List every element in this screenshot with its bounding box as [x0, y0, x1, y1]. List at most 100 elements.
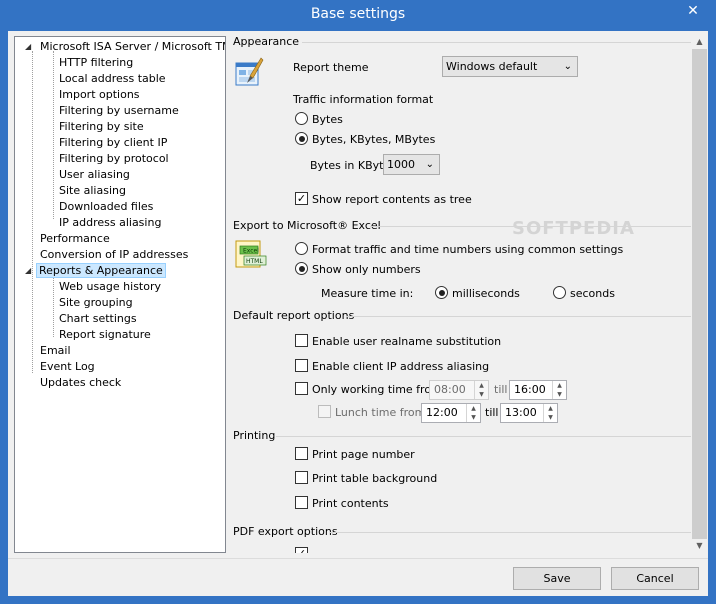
- scroll-thumb[interactable]: [692, 49, 707, 539]
- spin-buttons[interactable]: ▲ ▼: [552, 381, 566, 399]
- lunch-time-checkbox[interactable]: [318, 405, 331, 418]
- watermark: SOFTPEDIA: [512, 218, 635, 239]
- tree-item-http-filtering[interactable]: HTTP filtering: [57, 55, 135, 70]
- printing-section-title: Printing: [233, 429, 276, 442]
- work-from-input[interactable]: 08:00 ▲ ▼: [429, 380, 489, 400]
- print-page-number-label: Print page number: [312, 448, 415, 461]
- expanded-arrow-icon[interactable]: ◢: [25, 39, 31, 54]
- spin-down-icon[interactable]: ▼: [557, 391, 562, 398]
- report-theme-select[interactable]: Windows default ⌄: [442, 56, 578, 77]
- tree-item-site-grouping[interactable]: Site grouping: [57, 295, 135, 310]
- show-tree-checkbox[interactable]: ✓: [295, 192, 308, 205]
- save-button[interactable]: Save: [513, 567, 601, 590]
- working-time-checkbox[interactable]: [295, 382, 308, 395]
- tree-item-report-signature[interactable]: Report signature: [57, 327, 153, 342]
- button-bar: Save Cancel: [8, 558, 708, 596]
- chevron-down-icon: ⌄: [563, 61, 572, 72]
- excel-icon-text: Excel: [243, 248, 259, 255]
- radio-bytes[interactable]: [295, 112, 308, 125]
- radio-seconds-label: seconds: [570, 287, 615, 300]
- radio-kbytes[interactable]: [295, 132, 308, 145]
- radio-format-common[interactable]: [295, 242, 308, 255]
- tree-item-performance[interactable]: Performance: [38, 231, 112, 246]
- tree-item-downloaded-files[interactable]: Downloaded files: [57, 199, 155, 214]
- realname-label: Enable user realname substitution: [312, 335, 502, 348]
- tree-item-updates-check[interactable]: Updates check: [38, 375, 123, 390]
- settings-tree[interactable]: ◢ Microsoft ISA Server / Microsoft TMG H…: [14, 36, 226, 553]
- scroll-down-icon[interactable]: ▼: [691, 539, 708, 553]
- expanded-arrow-icon[interactable]: ◢: [25, 263, 31, 278]
- spin-up-icon[interactable]: ▲: [557, 382, 562, 389]
- spin-down-icon[interactable]: ▼: [479, 391, 484, 398]
- lunch-from-input[interactable]: 12:00 ▲ ▼: [421, 403, 481, 423]
- show-tree-label: Show report contents as tree: [312, 193, 472, 206]
- tree-guide-line: [53, 275, 54, 337]
- cancel-button[interactable]: Cancel: [611, 567, 699, 590]
- spin-up-icon[interactable]: ▲: [548, 405, 553, 412]
- radio-only-numbers[interactable]: [295, 262, 308, 275]
- radio-milliseconds[interactable]: [435, 286, 448, 299]
- tree-item-email[interactable]: Email: [38, 343, 73, 358]
- print-contents-checkbox[interactable]: [295, 496, 308, 509]
- pdf-section-title: PDF export options: [233, 525, 338, 538]
- kbyte-select[interactable]: 1000 ⌄: [383, 154, 440, 175]
- tree-item-filter-protocol[interactable]: Filtering by protocol: [57, 151, 171, 166]
- section-divider: [276, 436, 702, 437]
- work-till-input[interactable]: 16:00 ▲ ▼: [509, 380, 567, 400]
- title-bar: Base settings ✕: [0, 0, 716, 31]
- ip-alias-checkbox[interactable]: [295, 359, 308, 372]
- spin-down-icon[interactable]: ▼: [471, 414, 476, 421]
- dialog-client-area: ◢ Microsoft ISA Server / Microsoft TMG H…: [8, 31, 708, 596]
- traffic-format-label: Traffic information format: [293, 93, 434, 106]
- kbyte-value: 1000: [387, 158, 415, 171]
- radio-bytes-label: Bytes: [312, 113, 343, 126]
- tree-item-ip-aliasing[interactable]: IP address aliasing: [57, 215, 163, 230]
- work-from-value: 08:00: [434, 383, 466, 396]
- tree-item-user-aliasing[interactable]: User aliasing: [57, 167, 132, 182]
- pdf-option-checkbox[interactable]: ✓: [295, 547, 308, 553]
- spin-buttons[interactable]: ▲ ▼: [466, 404, 480, 422]
- tree-item-event-log[interactable]: Event Log: [38, 359, 97, 374]
- lunch-till-input[interactable]: 13:00 ▲ ▼: [500, 403, 558, 423]
- tree-item-chart-settings[interactable]: Chart settings: [57, 311, 139, 326]
- realname-checkbox[interactable]: [295, 334, 308, 347]
- radio-seconds[interactable]: [553, 286, 566, 299]
- excel-html-icon: Excel HTML: [235, 240, 269, 270]
- tree-item-filter-client-ip[interactable]: Filtering by client IP: [57, 135, 169, 150]
- radio-format-common-label: Format traffic and time numbers using co…: [312, 243, 624, 256]
- print-table-bg-label: Print table background: [312, 472, 438, 485]
- measure-time-label: Measure time in:: [321, 287, 414, 300]
- tree-item-import-options[interactable]: Import options: [57, 87, 142, 102]
- report-theme-label: Report theme: [293, 61, 369, 74]
- scroll-up-icon[interactable]: ▲: [691, 35, 708, 49]
- tree-item-isa[interactable]: Microsoft ISA Server / Microsoft TMG: [38, 39, 225, 54]
- spin-buttons[interactable]: ▲ ▼: [474, 381, 488, 399]
- tree-guide-line: [53, 51, 54, 219]
- print-table-bg-checkbox[interactable]: [295, 471, 308, 484]
- tree-item-web-usage-history[interactable]: Web usage history: [57, 279, 163, 294]
- tree-item-filter-site[interactable]: Filtering by site: [57, 119, 146, 134]
- window-title: Base settings: [310, 6, 406, 22]
- tree-item-reports-appearance[interactable]: Reports & Appearance: [36, 263, 166, 278]
- spin-down-icon[interactable]: ▼: [548, 414, 553, 421]
- spin-up-icon[interactable]: ▲: [471, 405, 476, 412]
- print-page-number-checkbox[interactable]: [295, 447, 308, 460]
- tree-guide-line: [32, 51, 33, 373]
- report-theme-value: Windows default: [446, 60, 538, 73]
- close-icon[interactable]: ✕: [674, 1, 712, 22]
- radio-kbytes-label: Bytes, KBytes, MBytes: [312, 133, 436, 146]
- settings-window: Base settings ✕ ◢ Microsoft ISA Server /…: [0, 0, 716, 604]
- radio-milliseconds-label: milliseconds: [452, 287, 520, 300]
- spin-buttons[interactable]: ▲ ▼: [543, 404, 557, 422]
- tree-item-site-aliasing[interactable]: Site aliasing: [57, 183, 128, 198]
- lunch-till-label: till: [485, 406, 499, 419]
- lunch-till-value: 13:00: [505, 406, 537, 419]
- spin-up-icon[interactable]: ▲: [479, 382, 484, 389]
- section-divider: [330, 532, 702, 533]
- excel-section-title: Export to Microsoft® Excel: [233, 219, 381, 232]
- tree-item-conversion-ip[interactable]: Conversion of IP addresses: [38, 247, 190, 262]
- work-till-value: 16:00: [514, 383, 546, 396]
- options-scrollbar[interactable]: ▲ ▼: [691, 35, 708, 553]
- tree-item-local-address-table[interactable]: Local address table: [57, 71, 168, 86]
- tree-item-filter-username[interactable]: Filtering by username: [57, 103, 181, 118]
